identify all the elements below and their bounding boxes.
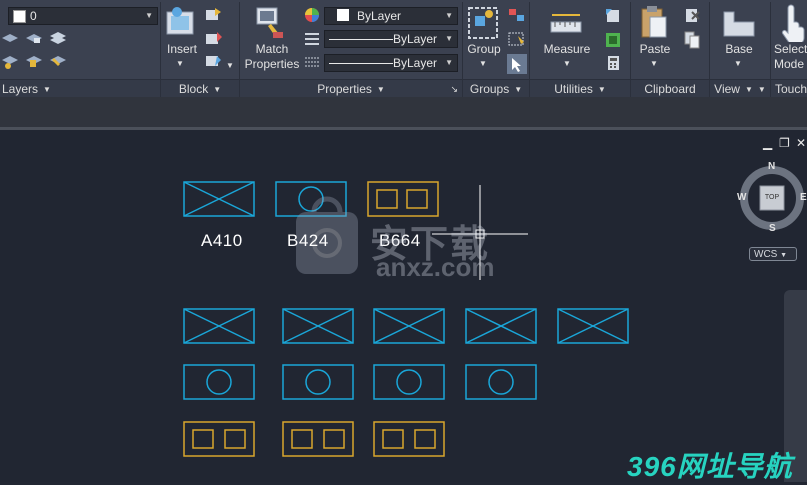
circle-block-row xyxy=(183,364,537,400)
property-row-icons xyxy=(305,8,319,67)
block-b424[interactable] xyxy=(275,181,347,217)
compass-north[interactable]: N xyxy=(768,161,775,172)
watermark-bottom: 396网址导航 xyxy=(627,451,793,482)
chevron-down-icon: ▼ xyxy=(445,11,453,20)
chevron-down-icon: ▼ xyxy=(445,58,453,67)
insert-block-icon[interactable] xyxy=(165,4,201,40)
linetype-value: ByLayer xyxy=(393,32,438,46)
properties-panel-bar[interactable]: Properties ▼ ↘ xyxy=(240,79,462,97)
layer-color-swatch xyxy=(13,10,26,23)
match-label-line1[interactable]: Match xyxy=(244,42,300,57)
block-a410[interactable] xyxy=(183,181,255,217)
minimize-icon[interactable]: ▁ xyxy=(763,136,772,150)
viewcube-top-label[interactable]: TOP xyxy=(760,194,784,201)
properties-panel-label: Properties xyxy=(317,82,372,96)
file-tab-strip xyxy=(0,97,807,127)
compass-south[interactable]: S xyxy=(769,223,776,234)
block-panel-bar[interactable]: Block ▼ xyxy=(161,79,239,97)
paste-icon[interactable] xyxy=(640,5,670,41)
groups-panel-label: Groups xyxy=(469,82,510,96)
label-b424: B424 xyxy=(287,231,329,250)
restore-icon[interactable]: ❐ xyxy=(779,136,790,150)
group-tools-icons[interactable] xyxy=(506,6,528,76)
layer-tools-icons[interactable] xyxy=(0,30,70,75)
select-label-line2[interactable]: Mode xyxy=(774,57,804,72)
lineweight-dropdown[interactable]: ByLayer ▼ xyxy=(324,54,458,72)
layers-panel-bar[interactable]: Layers ▼ xyxy=(0,79,160,97)
clipboard-panel-bar[interactable]: Clipboard xyxy=(631,79,709,97)
chevron-down-icon[interactable]: ▼ xyxy=(563,56,571,71)
layers-panel-label: Layers xyxy=(2,82,39,96)
touch-panel-label: Touch xyxy=(775,82,807,96)
chevron-down-icon[interactable]: ▼ xyxy=(226,58,234,73)
dialog-launcher-icon[interactable]: ↘ xyxy=(450,80,458,98)
block-tools-icons[interactable] xyxy=(203,6,225,76)
match-properties-icon[interactable] xyxy=(255,6,285,40)
lineweight-preview xyxy=(329,63,393,64)
utilities-tools-icons[interactable] xyxy=(603,6,625,76)
linetype-dropdown[interactable]: ByLayer ▼ xyxy=(324,30,458,48)
clipboard-panel-label: Clipboard xyxy=(644,82,696,96)
compass-west[interactable]: W xyxy=(737,192,746,203)
utilities-panel-bar[interactable]: Utilities ▼ xyxy=(530,79,630,97)
group-label[interactable]: Group xyxy=(464,42,504,57)
wcs-menu[interactable]: WCS ▼ xyxy=(749,247,797,261)
block-b664[interactable] xyxy=(367,181,439,217)
chevron-down-icon[interactable]: ▼ xyxy=(650,56,658,71)
layer-name: 0 xyxy=(30,9,37,23)
drawing-svg xyxy=(183,166,804,457)
wcs-label: WCS xyxy=(754,249,778,260)
select-mode-icon[interactable] xyxy=(779,4,807,42)
chevron-down-icon[interactable]: ▼ xyxy=(479,56,487,71)
close-icon[interactable]: ✕ xyxy=(796,136,806,150)
layer-dropdown[interactable]: 0 ▼ xyxy=(8,7,158,25)
drawing-canvas[interactable]: A410 B424 B664 TOP N S E W xyxy=(0,130,807,482)
block-panel-label: Block xyxy=(178,82,209,96)
cross-block-row xyxy=(183,308,629,344)
double-square-block-row xyxy=(183,421,445,457)
measure-label[interactable]: Measure xyxy=(540,42,594,57)
base-label[interactable]: Base xyxy=(719,42,759,57)
ribbon: 0 ▼ Layers ▼ Insert ▼ ▼ Block ▼ Match Pr… xyxy=(0,0,807,97)
color-dropdown[interactable]: ByLayer ▼ xyxy=(324,7,458,25)
lineweight-value: ByLayer xyxy=(393,56,438,70)
view-panel-bar[interactable]: View ▼ ▼ xyxy=(710,79,770,97)
color-swatch xyxy=(337,9,349,21)
clipboard-tools-icons[interactable] xyxy=(683,6,703,56)
chevron-down-icon: ▼ xyxy=(445,34,453,43)
label-a410: A410 xyxy=(201,231,243,250)
group-icon[interactable] xyxy=(467,6,501,42)
linetype-preview xyxy=(329,39,393,40)
color-value: ByLayer xyxy=(357,9,402,23)
chevron-down-icon[interactable]: ▼ xyxy=(734,56,742,71)
base-view-icon[interactable] xyxy=(722,10,756,38)
utilities-panel-label: Utilities xyxy=(554,82,593,96)
compass-east[interactable]: E xyxy=(800,192,807,203)
watermark-url: anxz.com xyxy=(376,252,495,282)
measure-icon[interactable] xyxy=(550,10,584,38)
insert-label[interactable]: Insert xyxy=(162,42,202,57)
view-panel-label: View xyxy=(714,82,740,96)
touch-panel-bar[interactable]: Touch xyxy=(771,79,807,97)
paste-label[interactable]: Paste xyxy=(634,42,676,57)
match-label-line2[interactable]: Properties xyxy=(244,57,300,72)
chevron-down-icon: ▼ xyxy=(145,11,153,20)
groups-panel-bar[interactable]: Groups ▼ xyxy=(463,79,529,97)
chevron-down-icon: ▼ xyxy=(780,252,788,259)
select-label-line1[interactable]: Select xyxy=(774,42,807,57)
chevron-down-icon[interactable]: ▼ xyxy=(176,56,184,71)
